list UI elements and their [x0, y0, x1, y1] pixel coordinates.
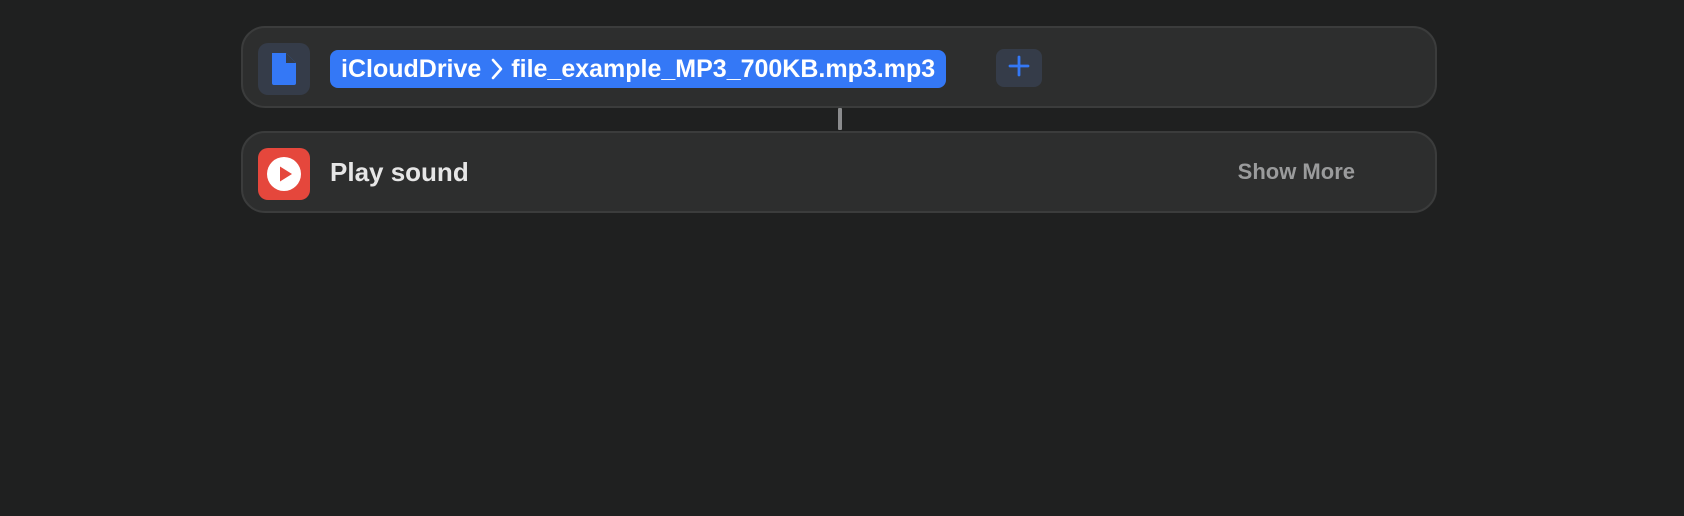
action-connector	[838, 108, 842, 130]
play-circle-icon	[258, 148, 310, 200]
file-path-token[interactable]: iCloudDrive file_example_MP3_700KB.mp3.m…	[330, 50, 947, 88]
document-icon	[258, 43, 310, 95]
add-path-button[interactable]	[996, 49, 1042, 87]
path-filename: file_example_MP3_700KB.mp3.mp3	[511, 54, 936, 83]
chevron-right-icon	[491, 58, 503, 80]
plus-icon	[1008, 55, 1030, 82]
get-file-action[interactable]: iCloudDrive file_example_MP3_700KB.mp3.m…	[241, 26, 1437, 108]
action-title: Play sound	[330, 156, 469, 187]
show-more-button[interactable]: Show More	[1238, 133, 1355, 211]
play-sound-action[interactable]: Play sound Show More	[241, 131, 1437, 213]
path-location: iCloudDrive	[341, 54, 482, 83]
